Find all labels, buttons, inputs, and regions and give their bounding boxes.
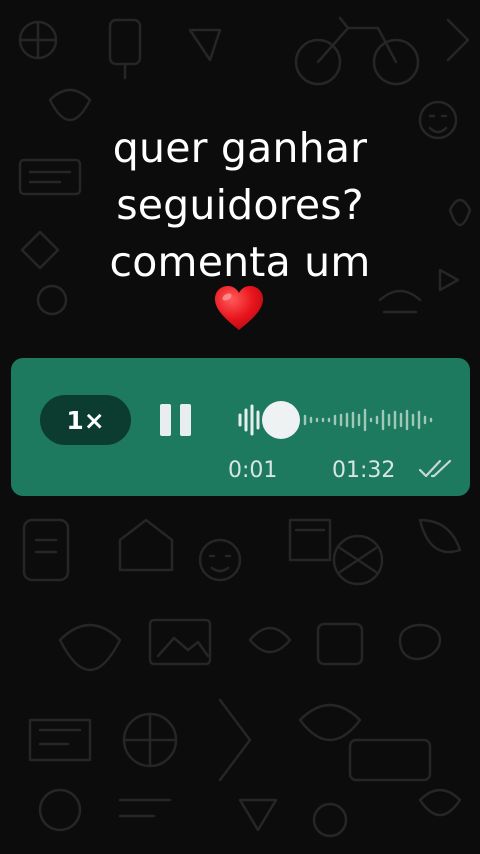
pause-icon — [160, 404, 171, 436]
audio-waveform-scrubber[interactable] — [237, 398, 437, 442]
duration-time: 01:32 — [332, 458, 396, 483]
read-receipt-double-check-icon — [418, 459, 452, 478]
caption-line: comenta um — [109, 238, 371, 286]
pause-button[interactable] — [159, 404, 193, 436]
caption-line: seguidores? — [116, 181, 364, 229]
heart-emoji-icon — [215, 286, 263, 330]
caption-line: quer ganhar — [112, 124, 368, 172]
playback-speed-button[interactable]: 1× — [40, 395, 131, 445]
voice-message-bubble[interactable]: 1× 0:01 01:32 — [11, 358, 470, 496]
caption-text: quer ganhar seguidores? comenta um — [0, 120, 480, 291]
current-time: 0:01 — [228, 458, 278, 483]
scrubber-knob — [262, 401, 300, 439]
